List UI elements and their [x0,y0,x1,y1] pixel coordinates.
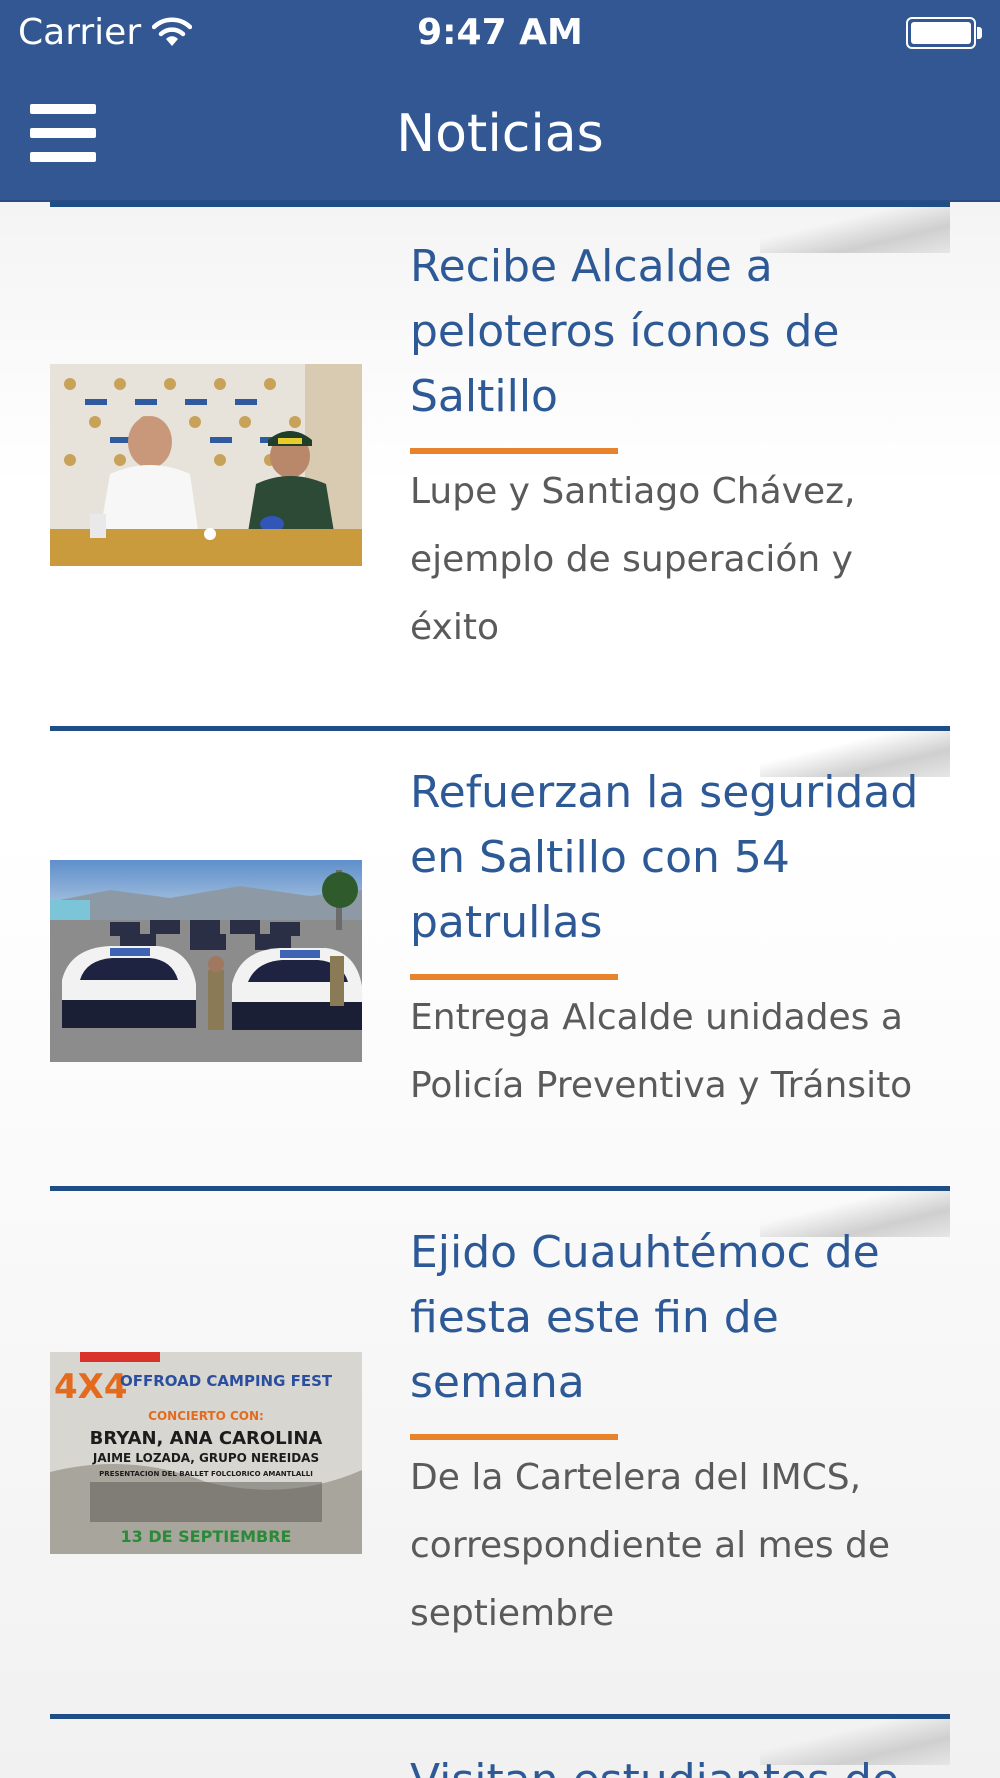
news-title[interactable]: Refuerzan la seguridad en Saltillo con 5… [410,760,950,955]
poster-date: 13 DE SEPTIEMBRE [121,1527,292,1546]
news-item[interactable]: Recibe Alcalde a peloteros íconos de Sal… [50,202,950,730]
news-feed[interactable]: Recibe Alcalde a peloteros íconos de Sal… [0,202,1000,1778]
poster-artists: BRYAN, ANA CAROLINA [90,1428,323,1449]
news-item[interactable]: Visitan estudiantes de [50,1714,950,1778]
news-title[interactable]: Visitan estudiantes de [410,1748,950,1778]
title-underline [410,448,618,454]
news-thumbnail[interactable] [50,364,362,566]
page-title: Noticias [396,104,604,164]
poster-artists-secondary: JAIME LOZADA, GRUPO NEREIDAS [92,1451,319,1465]
battery-icon [906,17,982,49]
news-item[interactable]: 4X4 OFFROAD CAMPING FEST CONCIERTO CON: … [50,1186,950,1714]
poster-concert-label: CONCIERTO CON: [148,1409,264,1423]
news-thumbnail[interactable]: 4X4 OFFROAD CAMPING FEST CONCIERTO CON: … [50,1352,362,1554]
news-title[interactable]: Recibe Alcalde a peloteros íconos de Sal… [410,234,950,429]
status-time: 9:47 AM [417,12,583,53]
navigation-bar: Noticias [0,66,1000,202]
news-summary: Lupe y Santiago Chávez, ejemplo de super… [410,471,856,648]
poster-headline: OFFROAD CAMPING FEST [120,1372,333,1390]
news-item[interactable]: Refuerzan la seguridad en Saltillo con 5… [50,726,950,1186]
poster-ballet: PRESENTACION DEL BALLET FOLCLORICO AMANT… [99,1470,313,1478]
news-summary: De la Cartelera del IMCS, correspondient… [410,1457,891,1634]
poster-tag: 4X4 [54,1367,128,1407]
title-underline [410,974,618,980]
news-summary: Entrega Alcalde unidades a Policía Preve… [410,997,913,1106]
news-thumbnail[interactable] [50,860,362,1062]
title-underline [410,1434,618,1440]
news-title[interactable]: Ejido Cuauhtémoc de fiesta este fin de s… [410,1220,950,1415]
status-bar: Carrier 9:47 AM [0,0,1000,66]
